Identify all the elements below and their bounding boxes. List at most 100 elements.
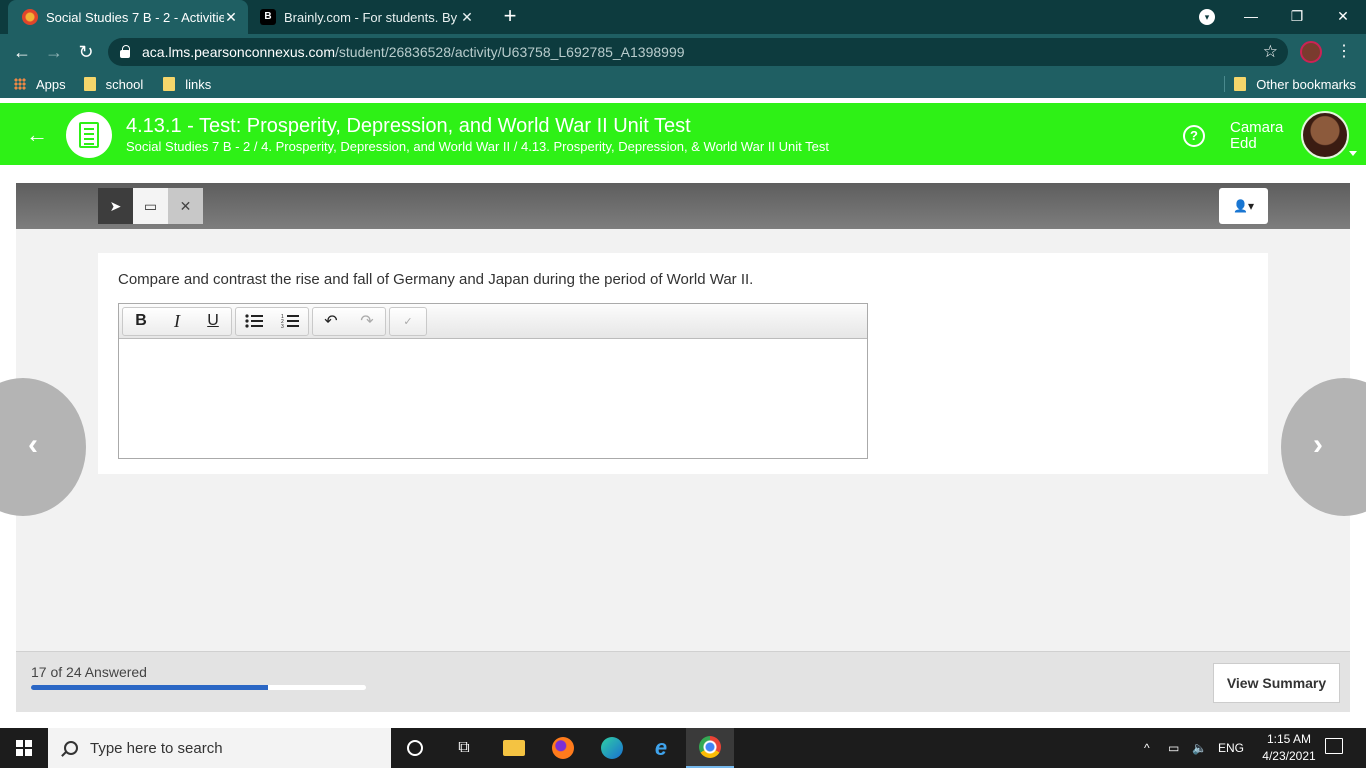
tab-social-studies[interactable]: Social Studies 7 B - 2 - Activities ✕ <box>8 0 248 34</box>
breadcrumb: Social Studies 7 B - 2 / 4. Prosperity, … <box>126 139 829 154</box>
search-icon <box>64 741 78 755</box>
progress-fill <box>31 685 269 690</box>
language-indicator[interactable]: ENG <box>1218 728 1244 768</box>
brainly-favicon-icon: B <box>260 9 276 25</box>
file-explorer-icon[interactable] <box>490 728 538 768</box>
progress-footer: 17 of 24 Answered View Summary <box>16 651 1350 712</box>
internet-explorer-icon[interactable]: e <box>637 728 685 768</box>
view-summary-button[interactable]: View Summary <box>1213 663 1340 703</box>
edge-icon[interactable] <box>588 728 636 768</box>
bold-button[interactable]: B <box>123 308 159 335</box>
bookmark-label: Other bookmarks <box>1256 76 1356 92</box>
folder-icon <box>1234 77 1247 91</box>
clock-date: 4/23/2021 <box>1262 749 1316 763</box>
list-group: 123 <box>235 306 309 336</box>
back-arrow-icon[interactable]: ← <box>26 122 48 148</box>
chevron-right-icon: › <box>1313 428 1323 461</box>
chevron-left-icon: ‹ <box>28 428 38 461</box>
show-hidden-icons-icon[interactable]: ^ <box>1144 728 1150 768</box>
cortana-icon[interactable] <box>391 728 439 768</box>
new-tab-button[interactable]: + <box>498 4 522 28</box>
bookmark-other[interactable]: Other bookmarks <box>1234 77 1356 92</box>
question-card: Compare and contrast the rise and fall o… <box>98 253 1268 474</box>
tab-brainly[interactable]: B Brainly.com - For students. By stu ✕ <box>252 0 484 34</box>
question-text: Compare and contrast the rise and fall o… <box>118 271 754 288</box>
bookmark-links[interactable]: links <box>163 77 211 92</box>
reload-icon[interactable]: ↻ <box>74 40 98 64</box>
apps-grid-icon <box>14 78 26 90</box>
user-name[interactable]: Camara Edd <box>1230 120 1294 152</box>
test-logo-icon <box>66 112 112 158</box>
page-title: 4.13.1 - Test: Prosperity, Depression, a… <box>126 115 691 137</box>
windows-taskbar: Type here to search ⧉ e ^ ▭ 🔈 ENG 1:15 A… <box>0 728 1366 768</box>
format-group: B I U <box>122 306 232 336</box>
bullet-list-icon[interactable] <box>236 308 272 335</box>
progress-bar <box>31 685 366 690</box>
user-menu-button[interactable]: 👤▾ <box>1219 188 1268 224</box>
history-group: ↶ ↷ <box>312 306 386 336</box>
annotation-toolbar: ➤ ▭ ✕ 👤▾ <box>16 183 1350 229</box>
lock-icon <box>120 45 130 58</box>
editor-toolbar: B I U 123 ↶ ↷ ✓ <box>119 304 867 339</box>
taskbar-clock[interactable]: 1:15 AM 4/23/2021 <box>1257 731 1321 765</box>
restore-icon[interactable]: ❐ <box>1274 0 1320 32</box>
redo-icon[interactable]: ↷ <box>349 308 385 335</box>
battery-icon[interactable]: ▭ <box>1168 728 1179 768</box>
clock-time: 1:15 AM <box>1266 732 1312 746</box>
back-arrow-icon[interactable]: ← <box>10 40 34 64</box>
task-view-icon[interactable]: ⧉ <box>440 728 488 768</box>
browser-tab-strip: Social Studies 7 B - 2 - Activities ✕ B … <box>0 0 1366 34</box>
bookmark-label: Apps <box>36 76 66 92</box>
bookmark-apps[interactable]: Apps <box>14 77 66 92</box>
answer-editor: B I U 123 ↶ ↷ ✓ <box>118 303 868 459</box>
bookmark-school[interactable]: school <box>83 76 144 92</box>
italic-button[interactable]: I <box>159 308 195 335</box>
close-tab-icon[interactable]: ✕ <box>460 9 474 26</box>
next-question-button[interactable]: › <box>1281 378 1366 516</box>
browser-menu-icon[interactable]: ⋮ <box>1336 40 1352 64</box>
answer-textarea[interactable] <box>119 339 867 458</box>
browser-toolbar: ← → ↻ aca.lms.pearsonconnexus.com/studen… <box>0 34 1366 70</box>
pearson-favicon-icon <box>22 9 38 25</box>
pointer-tool-icon[interactable]: ➤ <box>98 188 133 224</box>
bookmarks-divider <box>1224 76 1225 92</box>
volume-icon[interactable]: 🔈 <box>1192 728 1207 768</box>
tab-search-icon[interactable]: ▾ <box>1199 9 1215 25</box>
spellcheck-icon[interactable]: ✓ <box>390 308 426 335</box>
close-tool-icon[interactable]: ✕ <box>168 188 203 224</box>
numbered-list-icon[interactable]: 123 <box>272 308 308 335</box>
folder-icon <box>83 77 96 91</box>
windows-start-icon[interactable] <box>0 728 48 768</box>
bookmark-star-icon[interactable]: ☆ <box>1263 42 1278 62</box>
spellcheck-group: ✓ <box>389 306 427 336</box>
note-tool-icon[interactable]: ▭ <box>133 188 168 224</box>
forward-arrow-icon[interactable]: → <box>42 40 66 64</box>
underline-button[interactable]: U <box>195 308 231 335</box>
person-icon: 👤▾ <box>1233 199 1254 213</box>
previous-question-button[interactable]: ‹ <box>0 378 86 516</box>
svg-text:3: 3 <box>281 324 284 329</box>
browser-profile-avatar[interactable] <box>1300 41 1322 63</box>
url-host: aca.lms.pearsonconnexus.com <box>142 44 335 60</box>
address-bar[interactable]: aca.lms.pearsonconnexus.com/student/2683… <box>108 38 1288 66</box>
help-icon[interactable]: ? <box>1183 125 1205 147</box>
minimize-icon[interactable]: — <box>1228 0 1274 32</box>
close-tab-icon[interactable]: ✕ <box>224 9 238 26</box>
avatar[interactable] <box>1301 111 1349 159</box>
answered-count: 17 of 24 Answered <box>31 664 147 680</box>
firefox-icon[interactable] <box>539 728 587 768</box>
bookmark-label: school <box>105 76 144 92</box>
chevron-down-icon[interactable] <box>1349 151 1357 156</box>
tab-title: Social Studies 7 B - 2 - Activities <box>46 9 224 25</box>
chrome-icon[interactable] <box>686 728 734 768</box>
bookmark-label: links <box>185 76 212 92</box>
undo-icon[interactable]: ↶ <box>313 308 349 335</box>
activity-header: ← 4.13.1 - Test: Prosperity, Depression,… <box>0 103 1366 165</box>
folder-icon <box>163 77 176 91</box>
window-close-icon[interactable]: ✕ <box>1320 0 1366 32</box>
url-path: /student/26836528/activity/U63758_L69278… <box>335 44 685 60</box>
notification-center-icon[interactable] <box>1325 738 1343 754</box>
bookmarks-bar: Apps school links Other bookmarks <box>0 70 1366 98</box>
tab-title: Brainly.com - For students. By stu <box>284 9 460 25</box>
taskbar-search-input[interactable]: Type here to search <box>48 728 391 768</box>
